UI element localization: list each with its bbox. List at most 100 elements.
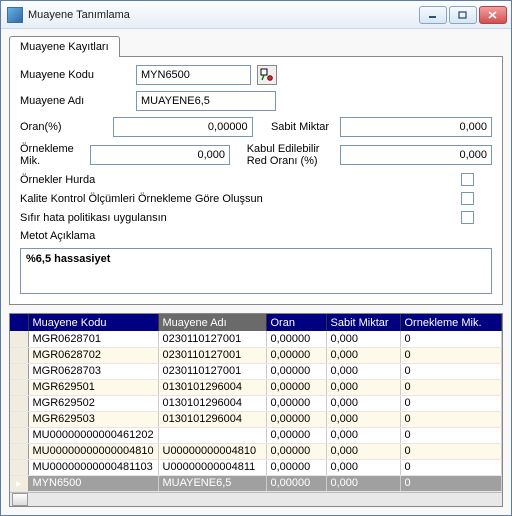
input-kabul[interactable] [340, 145, 492, 165]
tab-muayene-kayitlari[interactable]: Muayene Kayıtları [9, 36, 120, 57]
cell-kodu[interactable]: MU00000000000461202 [28, 427, 158, 443]
cell-oran[interactable]: 0,00000 [266, 459, 326, 475]
cell-kodu[interactable]: MU00000000000004810 [28, 443, 158, 459]
row-header[interactable] [10, 411, 28, 427]
cell-kodu[interactable]: MGR629503 [28, 411, 158, 427]
cell-kodu[interactable]: MGR629502 [28, 395, 158, 411]
cell-adi[interactable]: U00000000004810 [158, 443, 266, 459]
col-adi[interactable]: Muayene Adı [158, 314, 266, 331]
row-header[interactable] [10, 379, 28, 395]
cell-adi[interactable]: 0230110127001 [158, 363, 266, 379]
cell-adi[interactable]: 0230110127001 [158, 347, 266, 363]
cell-sabit[interactable]: 0,000 [326, 395, 400, 411]
label-chk2: Kalite Kontrol Ölçümleri Örnekleme Göre … [20, 193, 263, 205]
table-row[interactable]: MGR62950301301012960040,000000,0000 [10, 411, 502, 427]
table-row[interactable]: ▸MYN6500MUAYENE6,50,000000,0000 [10, 475, 502, 491]
label-adi: Muayene Adı [20, 95, 130, 107]
cell-oran[interactable]: 0,00000 [266, 331, 326, 347]
cell-adi[interactable]: 0230110127001 [158, 331, 266, 347]
cell-orn[interactable]: 0 [400, 427, 502, 443]
cell-orn[interactable]: 0 [400, 331, 502, 347]
client-area: Muayene Kayıtları Muayene Kodu Muayene A… [1, 29, 511, 515]
cell-oran[interactable]: 0,00000 [266, 379, 326, 395]
cell-sabit[interactable]: 0,000 [326, 459, 400, 475]
cell-sabit[interactable]: 0,000 [326, 475, 400, 491]
cell-orn[interactable]: 0 [400, 363, 502, 379]
checkbox-ornekler-hurda[interactable] [461, 173, 474, 186]
label-metot: Metot Açıklama [20, 230, 492, 242]
tabstrip: Muayene Kayıtları [9, 35, 503, 57]
input-kodu[interactable] [136, 65, 251, 85]
cell-adi[interactable]: 0130101296004 [158, 411, 266, 427]
table-row[interactable]: MGR62950201301012960040,000000,0000 [10, 395, 502, 411]
label-chk1: Örnekler Hurda [20, 174, 95, 186]
col-sabit[interactable]: Sabit Miktar [326, 314, 400, 331]
textarea-metot[interactable]: %6,5 hassasiyet [20, 248, 492, 294]
cell-orn[interactable]: 0 [400, 475, 502, 491]
maximize-button[interactable] [449, 6, 477, 24]
row-header[interactable] [10, 443, 28, 459]
cell-sabit[interactable]: 0,000 [326, 411, 400, 427]
row-header[interactable] [10, 459, 28, 475]
cell-oran[interactable]: 0,00000 [266, 411, 326, 427]
cell-oran[interactable]: 0,00000 [266, 347, 326, 363]
lookup-button[interactable] [257, 65, 277, 85]
row-header[interactable] [10, 331, 28, 347]
cell-oran[interactable]: 0,00000 [266, 395, 326, 411]
cell-kodu[interactable]: MGR0628702 [28, 347, 158, 363]
row-header[interactable] [10, 347, 28, 363]
col-oran[interactable]: Oran [266, 314, 326, 331]
col-kodu[interactable]: Muayene Kodu [28, 314, 158, 331]
minimize-button[interactable] [419, 6, 447, 24]
cell-oran[interactable]: 0,00000 [266, 363, 326, 379]
cell-orn[interactable]: 0 [400, 459, 502, 475]
row-header[interactable] [10, 395, 28, 411]
cell-kodu[interactable]: MGR0628703 [28, 363, 158, 379]
cell-sabit[interactable]: 0,000 [326, 363, 400, 379]
cell-oran[interactable]: 0,00000 [266, 475, 326, 491]
input-orneklem[interactable] [90, 145, 230, 165]
table-row[interactable]: MGR62950101301012960040,000000,0000 [10, 379, 502, 395]
cell-orn[interactable]: 0 [400, 443, 502, 459]
cell-sabit[interactable]: 0,000 [326, 347, 400, 363]
label-chk3: Sıfır hata politikası uygulansın [20, 212, 167, 224]
cell-sabit[interactable]: 0,000 [326, 427, 400, 443]
input-adi[interactable] [136, 91, 276, 111]
cell-adi[interactable]: 0130101296004 [158, 379, 266, 395]
cell-sabit[interactable]: 0,000 [326, 379, 400, 395]
col-orneklem[interactable]: Ornekleme Mik. [400, 314, 502, 331]
row-header[interactable] [10, 427, 28, 443]
table-row[interactable]: MGR062870102301101270010,000000,0000 [10, 331, 502, 347]
cell-kodu[interactable]: MGR0628701 [28, 331, 158, 347]
row-header[interactable] [10, 363, 28, 379]
cell-kodu[interactable]: MYN6500 [28, 475, 158, 491]
scrollbar-thumb[interactable] [12, 493, 28, 506]
checkbox-kalite-kontrol[interactable] [461, 192, 474, 205]
cell-orn[interactable]: 0 [400, 379, 502, 395]
cell-kodu[interactable]: MGR629501 [28, 379, 158, 395]
cell-adi[interactable]: U00000000004811 [158, 459, 266, 475]
cell-adi[interactable]: 0130101296004 [158, 395, 266, 411]
input-sabit[interactable] [340, 117, 492, 137]
cell-kodu[interactable]: MU00000000000481103 [28, 459, 158, 475]
input-oran[interactable] [113, 117, 253, 137]
checkbox-sifir-hata[interactable] [461, 211, 474, 224]
row-header[interactable]: ▸ [10, 475, 28, 491]
table-row[interactable]: MU00000000000461202 0,000000,0000 [10, 427, 502, 443]
cell-oran[interactable]: 0,00000 [266, 443, 326, 459]
cell-sabit[interactable]: 0,000 [326, 443, 400, 459]
horizontal-scrollbar[interactable] [10, 492, 502, 507]
table-row[interactable]: MU00000000000481103U000000000048110,0000… [10, 459, 502, 475]
cell-adi[interactable]: MUAYENE6,5 [158, 475, 266, 491]
cell-oran[interactable]: 0,00000 [266, 427, 326, 443]
cell-orn[interactable]: 0 [400, 395, 502, 411]
cell-adi[interactable] [158, 427, 266, 443]
cell-orn[interactable]: 0 [400, 411, 502, 427]
table-row[interactable]: MGR062870202301101270010,000000,0000 [10, 347, 502, 363]
close-button[interactable] [479, 6, 507, 24]
cell-sabit[interactable]: 0,000 [326, 331, 400, 347]
table-row[interactable]: MU00000000000004810U000000000048100,0000… [10, 443, 502, 459]
cell-orn[interactable]: 0 [400, 347, 502, 363]
grid-corner [10, 314, 28, 331]
table-row[interactable]: MGR062870302301101270010,000000,0000 [10, 363, 502, 379]
